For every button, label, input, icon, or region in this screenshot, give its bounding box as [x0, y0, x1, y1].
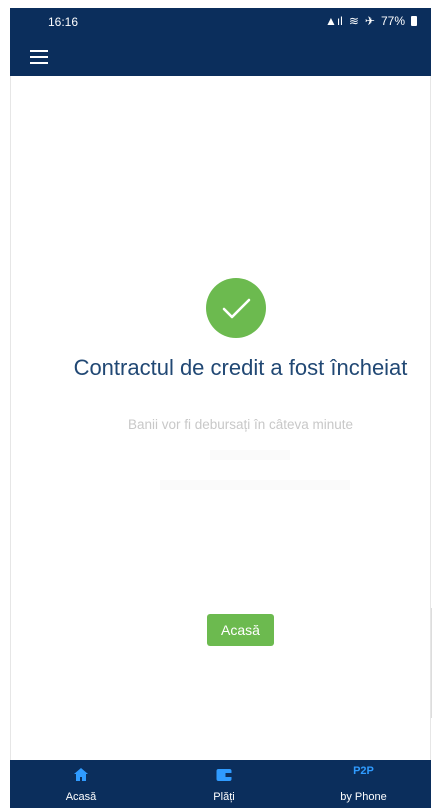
signal-icon: ▲ıl — [324, 14, 343, 28]
result-subtitle: Banii vor fi debursați în câteva minute — [127, 417, 354, 432]
app-screen: 16:16 ▲ıl ≋ ✈ 77% Contractul de credit a… — [0, 0, 441, 808]
wallet-icon — [216, 768, 232, 786]
airplane-icon: ✈ — [364, 14, 375, 28]
nav-label-by-phone: by Phone — [340, 791, 387, 803]
faded-placeholder — [160, 480, 350, 490]
nav-label-plati: Plăți — [213, 791, 235, 803]
battery-level: 77% — [380, 14, 405, 28]
top-app-bar: 16:16 ▲ıl ≋ ✈ 77% — [10, 8, 431, 76]
scroll-edge — [431, 608, 436, 718]
battery-icon — [411, 16, 417, 26]
status-bar: 16:16 ▲ıl ≋ ✈ 77% — [10, 8, 431, 36]
home-icon — [74, 768, 88, 786]
nav-item-acasa[interactable]: Acasă — [10, 760, 152, 808]
p2p-icon: P2P — [353, 765, 374, 777]
status-icons: ▲ıl ≋ ✈ 77% — [325, 14, 417, 28]
nav-item-plati[interactable]: Plăți — [152, 760, 296, 808]
home-button[interactable]: Acasă — [207, 614, 274, 646]
hamburger-icon[interactable] — [30, 50, 48, 64]
faded-placeholder — [210, 450, 290, 460]
divider-left — [10, 76, 11, 760]
wifi-icon: ≋ — [348, 14, 359, 28]
status-time: 16:16 — [48, 15, 79, 29]
check-circle-icon — [206, 278, 266, 338]
nav-label-acasa: Acasă — [65, 791, 97, 803]
bottom-navigation: Acasă Plăți P2P by Phone — [10, 760, 431, 808]
result-title: Contractul de credit a fost încheiat — [73, 355, 408, 380]
nav-item-p2p[interactable]: P2P by Phone — [296, 760, 431, 808]
